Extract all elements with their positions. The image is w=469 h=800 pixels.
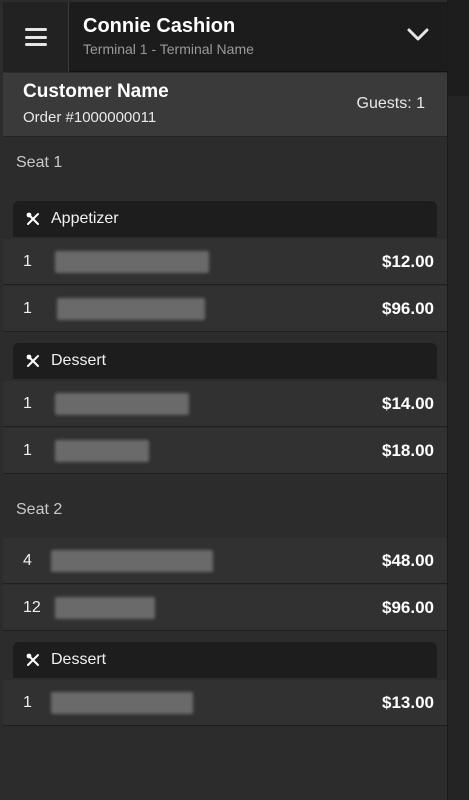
- redacted-item-name: [51, 692, 193, 714]
- item-price: $96.00: [382, 299, 434, 318]
- item-price: $14.00: [382, 394, 434, 413]
- user-name: Connie Cashion: [83, 15, 236, 37]
- order-panel: Connie Cashion Terminal 1 - Terminal Nam…: [3, 2, 447, 798]
- order-item-row[interactable]: 1 $18.00: [3, 428, 447, 474]
- item-price: $48.00: [382, 551, 434, 570]
- category-header: Dessert: [13, 343, 437, 379]
- chevron-down-icon[interactable]: [407, 28, 429, 42]
- redacted-item-name: [55, 440, 149, 462]
- top-bar: Connie Cashion Terminal 1 - Terminal Nam…: [3, 2, 447, 72]
- item-quantity: 1: [23, 694, 32, 711]
- item-price: $12.00: [382, 252, 434, 271]
- category-header: Dessert: [13, 642, 437, 678]
- category-name: Appetizer: [51, 210, 119, 227]
- order-item-row[interactable]: 12 $96.00: [3, 585, 447, 631]
- category-header: Appetizer: [13, 201, 437, 237]
- fork-knife-icon: [26, 212, 39, 225]
- seat-label: Seat 1: [16, 154, 63, 171]
- fork-knife-icon: [26, 354, 39, 367]
- guests-count: Guests: 1: [356, 95, 425, 112]
- order-item-row[interactable]: 4 $48.00: [3, 538, 447, 584]
- order-item-row[interactable]: 1 $13.00: [3, 680, 447, 726]
- hamburger-menu-icon: [24, 28, 47, 46]
- seat-label: Seat 2: [16, 501, 63, 518]
- redacted-item-name: [57, 298, 205, 320]
- item-quantity: 1: [23, 395, 32, 412]
- redacted-item-name: [51, 550, 213, 572]
- terminal-name: Terminal 1 - Terminal Name: [83, 41, 254, 57]
- fork-knife-icon: [26, 653, 39, 666]
- right-rail-top: [448, 0, 469, 96]
- order-number: Order #1000000011: [23, 109, 157, 126]
- customer-name: Customer Name: [23, 81, 169, 102]
- redacted-item-name: [55, 393, 189, 415]
- order-item-row[interactable]: 1 $14.00: [3, 381, 447, 427]
- order-item-row[interactable]: 1 $96.00: [3, 286, 447, 332]
- item-quantity: 1: [23, 300, 32, 317]
- category-name: Dessert: [51, 352, 107, 369]
- user-block: Connie Cashion Terminal 1 - Terminal Nam…: [83, 14, 254, 58]
- item-price: $96.00: [382, 598, 434, 617]
- item-quantity: 1: [23, 253, 32, 270]
- item-quantity: 12: [23, 599, 41, 616]
- order-item-row[interactable]: 1 $12.00: [3, 239, 447, 285]
- customer-bar[interactable]: Customer Name Order #1000000011 Guests: …: [3, 73, 447, 137]
- menu-button[interactable]: [3, 2, 69, 72]
- right-rail: [447, 0, 469, 800]
- redacted-item-name: [55, 597, 155, 619]
- item-quantity: 4: [23, 552, 32, 569]
- category-name: Dessert: [51, 651, 107, 668]
- item-price: $13.00: [382, 693, 434, 712]
- item-quantity: 1: [23, 442, 32, 459]
- app-frame: Connie Cashion Terminal 1 - Terminal Nam…: [0, 0, 469, 800]
- redacted-item-name: [55, 251, 209, 273]
- item-price: $18.00: [382, 441, 434, 460]
